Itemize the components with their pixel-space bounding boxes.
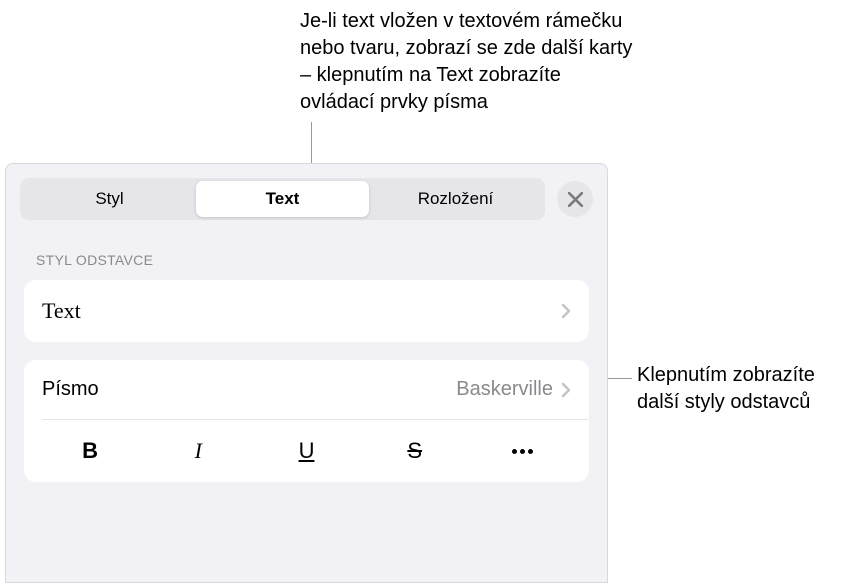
segmented-control: Styl Text Rozložení xyxy=(20,178,545,220)
underline-button[interactable]: U xyxy=(252,434,360,468)
tab-layout[interactable]: Rozložení xyxy=(369,181,542,217)
close-button[interactable] xyxy=(557,181,593,217)
chevron-right-icon xyxy=(561,382,571,398)
format-buttons-row: B I U S xyxy=(24,420,589,482)
font-row[interactable]: Písmo Baskerville xyxy=(24,360,589,419)
font-label: Písmo xyxy=(42,378,99,401)
chevron-right-icon xyxy=(561,303,571,319)
panel-header: Styl Text Rozložení xyxy=(6,164,607,230)
italic-button[interactable]: I xyxy=(144,434,252,468)
paragraph-style-value: Text xyxy=(42,298,81,324)
callout-right-text: Klepnutím zobrazíte další styly odstavců xyxy=(637,362,852,416)
tab-style[interactable]: Styl xyxy=(23,181,196,217)
section-header-paragraph-style: STYL ODSTAVCE xyxy=(6,230,607,276)
more-formatting-button[interactable] xyxy=(469,445,577,458)
more-icon xyxy=(469,449,577,454)
font-card: Písmo Baskerville B I U S xyxy=(24,360,589,482)
strikethrough-button[interactable]: S xyxy=(361,434,469,468)
paragraph-style-card: Text xyxy=(24,280,589,342)
format-panel: Styl Text Rozložení STYL ODSTAVCE Text P… xyxy=(5,163,608,583)
font-value-container: Baskerville xyxy=(456,378,571,401)
font-value: Baskerville xyxy=(456,378,553,401)
close-icon xyxy=(568,192,583,207)
tab-text[interactable]: Text xyxy=(196,181,369,217)
callout-top-text: Je-li text vložen v textovém rámečku neb… xyxy=(300,8,640,116)
bold-button[interactable]: B xyxy=(36,434,144,468)
paragraph-style-row[interactable]: Text xyxy=(24,280,589,342)
